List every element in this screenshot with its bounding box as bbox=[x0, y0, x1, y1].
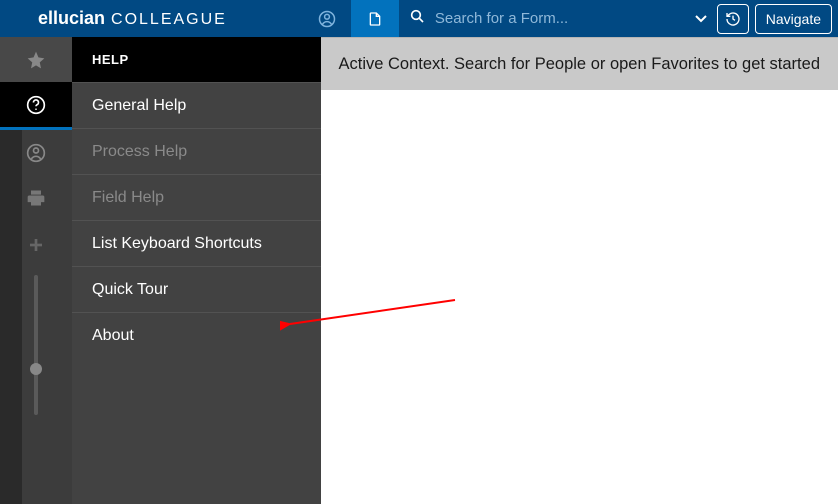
menu-keyboard-shortcuts[interactable]: List Keyboard Shortcuts bbox=[72, 220, 321, 266]
app-body: HELP General Help Process Help Field Hel… bbox=[0, 37, 838, 504]
rail-bottom-region bbox=[0, 222, 72, 415]
context-message: Active Context. Search for People or ope… bbox=[338, 55, 820, 74]
menu-quick-tour[interactable]: Quick Tour bbox=[72, 266, 321, 312]
app-header: ellucian COLLEAGUE Navigate bbox=[0, 0, 838, 37]
context-bar: Active Context. Search for People or ope… bbox=[321, 37, 838, 90]
help-rail-button[interactable] bbox=[0, 82, 72, 130]
help-panel-title: HELP bbox=[72, 37, 321, 82]
search-area bbox=[399, 8, 717, 29]
search-dropdown-caret[interactable] bbox=[695, 10, 707, 28]
help-panel: HELP General Help Process Help Field Hel… bbox=[72, 37, 321, 504]
print-rail-button[interactable] bbox=[0, 175, 72, 220]
brand: ellucian COLLEAGUE bbox=[0, 8, 241, 29]
side-rail bbox=[0, 37, 72, 504]
add-rail-button[interactable] bbox=[0, 222, 72, 267]
user-account-button[interactable] bbox=[303, 0, 351, 37]
rail-scrollbar[interactable] bbox=[34, 275, 38, 415]
navigate-button[interactable]: Navigate bbox=[755, 4, 832, 34]
rail-scrollbar-thumb[interactable] bbox=[30, 363, 42, 375]
content-area: Active Context. Search for People or ope… bbox=[321, 37, 838, 504]
form-context-button[interactable] bbox=[351, 0, 399, 37]
navigate-label: Navigate bbox=[766, 11, 821, 27]
menu-about[interactable]: About bbox=[72, 312, 321, 358]
menu-general-help[interactable]: General Help bbox=[72, 82, 321, 128]
search-icon bbox=[409, 8, 425, 29]
brand-product: COLLEAGUE bbox=[111, 11, 227, 29]
person-rail-button[interactable] bbox=[0, 130, 72, 175]
brand-name: ellucian bbox=[38, 8, 105, 29]
history-button[interactable] bbox=[717, 4, 749, 34]
menu-process-help: Process Help bbox=[72, 128, 321, 174]
menu-field-help: Field Help bbox=[72, 174, 321, 220]
search-input[interactable] bbox=[433, 9, 637, 28]
favorites-rail-button[interactable] bbox=[0, 37, 72, 82]
header-actions: Navigate bbox=[717, 4, 838, 34]
